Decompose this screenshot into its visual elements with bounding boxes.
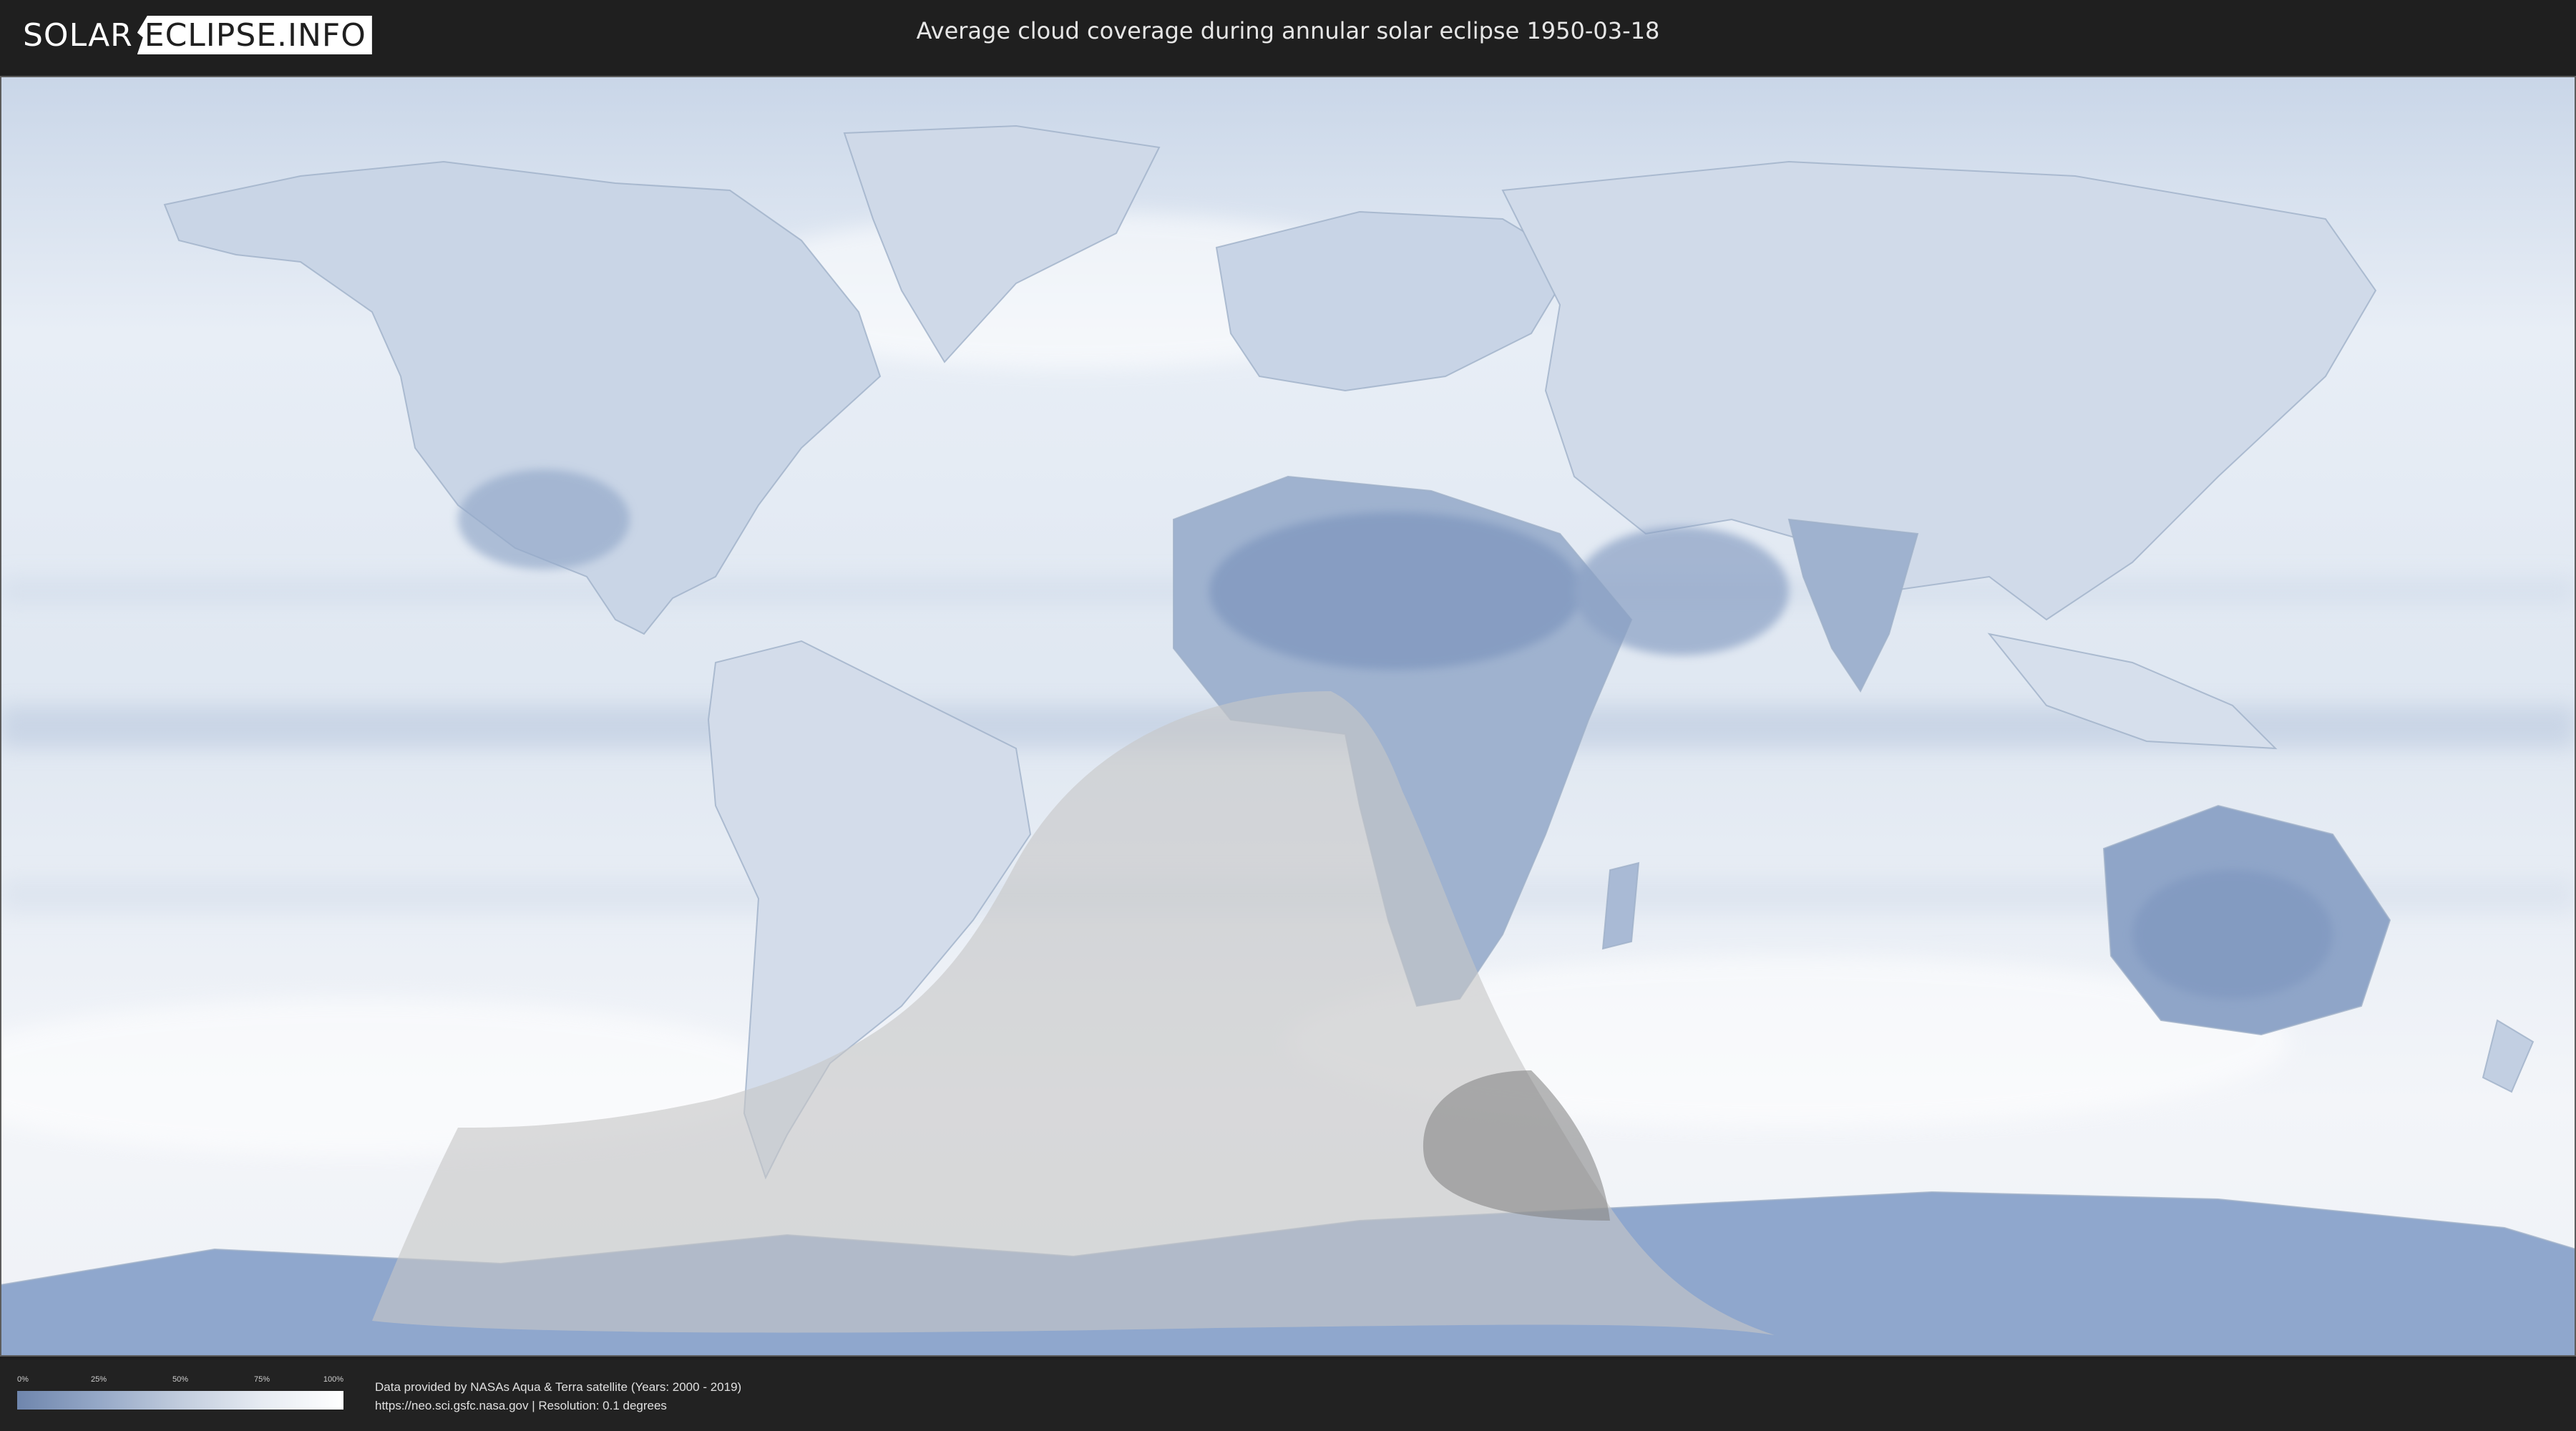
credit-line-source: Data provided by NASAs Aqua & Terra sate…: [375, 1380, 742, 1394]
legend-tick-25: 25%: [90, 1375, 107, 1384]
cloud-coverage-map[interactable]: [0, 76, 2576, 1357]
legend-tick-75: 75%: [253, 1375, 270, 1384]
cloud-coverage-legend: 0% 25% 50% 75% 100%: [17, 1375, 343, 1415]
legend-tick-0: 0%: [17, 1375, 29, 1384]
legend-ticks: 0% 25% 50% 75% 100%: [17, 1375, 343, 1385]
legend-color-bar: [17, 1391, 343, 1410]
credit-line-url[interactable]: https://neo.sci.gsfc.nasa.gov | Resoluti…: [375, 1397, 741, 1415]
legend-tick-50: 50%: [172, 1375, 189, 1384]
footer-bar: 0% 25% 50% 75% 100% Data provided by NAS…: [0, 1359, 2576, 1431]
header-bar: SOLAR ECLIPSE.INFO Average cloud coverag…: [0, 0, 2576, 70]
legend-tick-100: 100%: [323, 1375, 343, 1384]
page: SOLAR ECLIPSE.INFO Average cloud coverag…: [0, 0, 2576, 1431]
page-title: Average cloud coverage during annular so…: [916, 17, 1660, 44]
data-credits: Data provided by NASAs Aqua & Terra sate…: [375, 1378, 741, 1415]
